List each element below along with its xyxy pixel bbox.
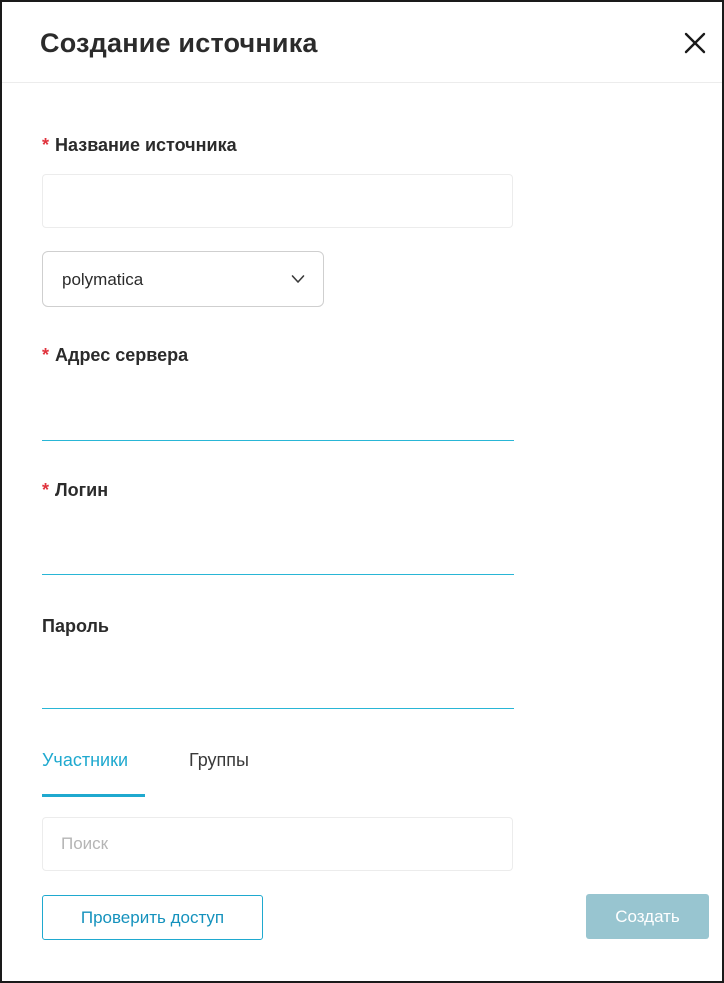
dialog-title: Создание источника (40, 28, 318, 58)
required-marker: * (42, 135, 50, 155)
login-input[interactable] (42, 541, 514, 575)
close-icon (684, 32, 706, 54)
password-label: Пароль (42, 616, 109, 636)
tab-groups[interactable]: Группы (189, 750, 249, 794)
check-access-button[interactable]: Проверить доступ (42, 895, 263, 940)
tab-members[interactable]: Участники (42, 750, 145, 797)
source-name-input[interactable] (42, 174, 513, 228)
server-address-input[interactable] (42, 407, 514, 441)
required-marker: * (42, 345, 50, 365)
create-source-dialog: Создание источника * Название источника p… (0, 0, 724, 983)
source-name-label: * Название источника (42, 135, 237, 156)
required-marker: * (42, 480, 50, 500)
dialog-header: Создание источника (2, 2, 722, 83)
access-tabs: Участники Группы (42, 750, 522, 797)
create-button[interactable]: Создать (586, 894, 709, 939)
server-address-label: * Адрес сервера (42, 345, 188, 366)
source-type-select[interactable]: polymatica (42, 251, 324, 307)
source-type-value: polymatica (62, 270, 144, 289)
server-address-label-text: Адрес сервера (55, 345, 189, 365)
login-label: * Логин (42, 480, 108, 501)
chevron-down-icon (291, 275, 305, 283)
source-name-label-text: Название источника (55, 135, 237, 155)
login-label-text: Логин (55, 480, 109, 500)
password-input[interactable] (42, 675, 514, 709)
close-button[interactable] (682, 30, 708, 56)
search-input[interactable] (42, 817, 513, 871)
